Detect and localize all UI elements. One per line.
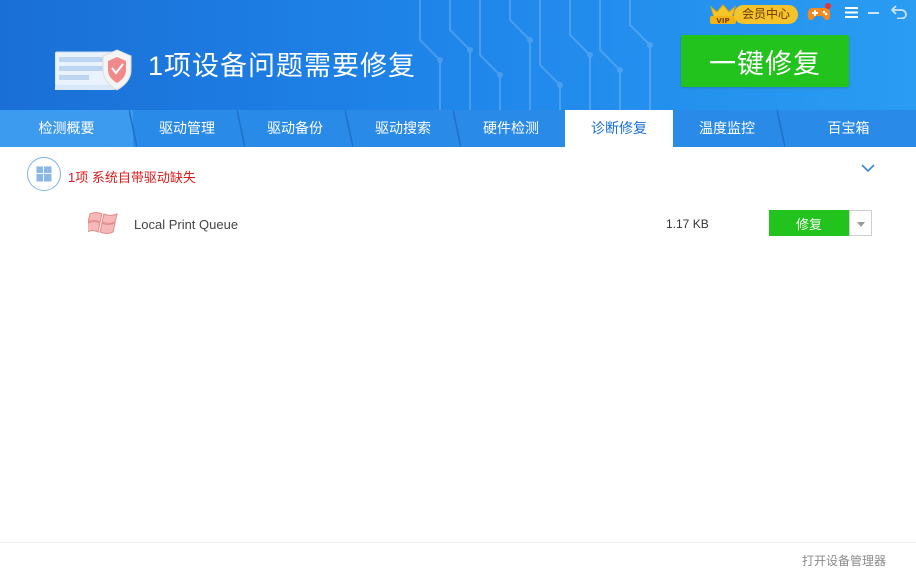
tab-separator	[129, 110, 137, 147]
vip-center-link[interactable]: VIP 会员中心	[708, 3, 799, 25]
footer-divider	[0, 542, 916, 543]
tab-separator	[345, 110, 353, 147]
tab-diagnose-repair[interactable]: 诊断修复	[565, 110, 673, 147]
page-title: 1项设备问题需要修复	[148, 51, 417, 81]
driver-name: Local Print Queue	[134, 217, 239, 232]
open-device-manager-link[interactable]: 打开设备管理器	[802, 552, 886, 569]
tab-hardware-detection[interactable]: 硬件检测	[457, 110, 565, 147]
tab-detection-overview[interactable]: 检测概要	[0, 110, 133, 147]
chevron-down-icon[interactable]	[861, 163, 875, 173]
tab-separator	[453, 110, 461, 147]
tab-driver-management[interactable]: 驱动管理	[133, 110, 241, 147]
game-controller-icon[interactable]	[807, 3, 831, 23]
device-shield-icon	[55, 49, 132, 91]
category-label: 1项 系统自带驱动缺失	[68, 170, 196, 185]
tab-toolbox[interactable]: 百宝箱	[781, 110, 916, 147]
back-icon[interactable]	[891, 4, 907, 19]
fix-all-button[interactable]: 一键修复	[681, 35, 849, 87]
menu-icon[interactable]	[845, 6, 858, 19]
vip-center-label: 会员中心	[734, 4, 799, 24]
driver-size: 1.17 KB	[666, 217, 709, 231]
missing-driver-category[interactable]: 1项 系统自带驱动缺失	[27, 157, 887, 191]
minimize-icon[interactable]	[868, 12, 879, 14]
windows-icon-glyph	[36, 166, 52, 182]
driver-repair-window: 1项设备问题需要修复 一键修复 VIP 会员中心 检测概要 驱动管理 驱动备份 …	[0, 0, 916, 577]
tab-driver-search[interactable]: 驱动搜索	[349, 110, 457, 147]
windows-logo-icon	[88, 212, 118, 234]
repair-options-dropdown[interactable]	[849, 210, 872, 236]
tab-separator	[237, 110, 245, 147]
header-banner: 1项设备问题需要修复 一键修复 VIP 会员中心	[0, 0, 916, 110]
windows-icon	[27, 157, 61, 191]
circuit-pattern-decoration	[419, 0, 653, 110]
vip-badge-text: VIP	[716, 17, 729, 25]
tab-temperature-monitor[interactable]: 温度监控	[673, 110, 781, 147]
repair-button[interactable]: 修复	[769, 210, 849, 236]
tab-separator	[777, 110, 785, 147]
tab-driver-backup[interactable]: 驱动备份	[241, 110, 349, 147]
main-tab-bar: 检测概要 驱动管理 驱动备份 驱动搜索 硬件检测 诊断修复 温度监控 百宝箱	[0, 110, 916, 147]
driver-row: Local Print Queue 1.17 KB 修复	[88, 206, 878, 242]
